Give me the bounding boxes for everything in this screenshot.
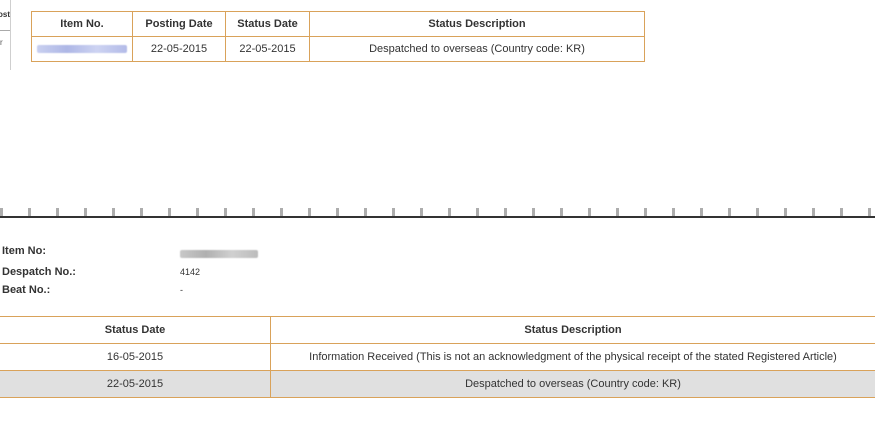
header-item-no: Item No. — [31, 11, 133, 37]
cell-posting-date: 22-05-2015 — [132, 36, 226, 62]
tracking-summary-table: Item No. Posting Date Status Date Status… — [31, 11, 645, 62]
detail-row-item-no: Item No: — [0, 245, 300, 263]
detail-row-despatch-no: Despatch No.: 4142 — [0, 266, 300, 284]
item-no-value — [180, 248, 258, 258]
table-header-row: Item No. Posting Date Status Date Status… — [31, 11, 645, 37]
clipped-text-strip — [0, 202, 875, 216]
cell-status-description: Despatched to overseas (Country code: KR… — [270, 370, 875, 398]
table-row: 22-05-2015 22-05-2015 Despatched to over… — [31, 36, 645, 62]
cell-status-description: Despatched to overseas (Country code: KR… — [309, 36, 645, 62]
sidebar-clipped-mark: r — [0, 38, 3, 47]
header-posting-date: Posting Date — [132, 11, 226, 37]
table-row: 22-05-2015 Despatched to overseas (Count… — [0, 370, 875, 398]
beat-no-label: Beat No.: — [2, 284, 51, 296]
clipped-text-fragment — [0, 208, 875, 216]
despatch-no-label: Despatch No.: — [2, 266, 76, 278]
cell-item-no — [31, 36, 133, 62]
cell-status-date: 22-05-2015 — [0, 370, 271, 398]
beat-no-value: - — [180, 285, 183, 295]
redacted-item-number — [37, 45, 127, 54]
item-no-label: Item No: — [2, 245, 46, 257]
header-status-date: Status Date — [225, 11, 310, 37]
sidebar-divider — [0, 30, 10, 31]
cell-status-description: Information Received (This is not an ack… — [270, 343, 875, 371]
table-header-row: Status Date Status Description — [0, 316, 875, 344]
table-row: 16-05-2015 Information Received (This is… — [0, 343, 875, 371]
status-history-table: Status Date Status Description 16-05-201… — [0, 316, 875, 398]
header-status-description: Status Description — [309, 11, 645, 37]
cell-status-date: 16-05-2015 — [0, 343, 271, 371]
cell-status-date: 22-05-2015 — [225, 36, 310, 62]
panel-separator — [0, 216, 875, 218]
redacted-item-number — [180, 249, 258, 258]
header-status-description: Status Description — [270, 316, 875, 344]
top-panel: ost r Item No. Posting Date Status Date … — [0, 0, 875, 205]
sidebar-clipped-text: ost — [0, 10, 10, 19]
left-sidebar-fragment: ost r — [0, 0, 11, 70]
despatch-no-value: 4142 — [180, 267, 201, 277]
header-status-date: Status Date — [0, 316, 271, 344]
detail-row-beat-no: Beat No.: - — [0, 284, 300, 302]
